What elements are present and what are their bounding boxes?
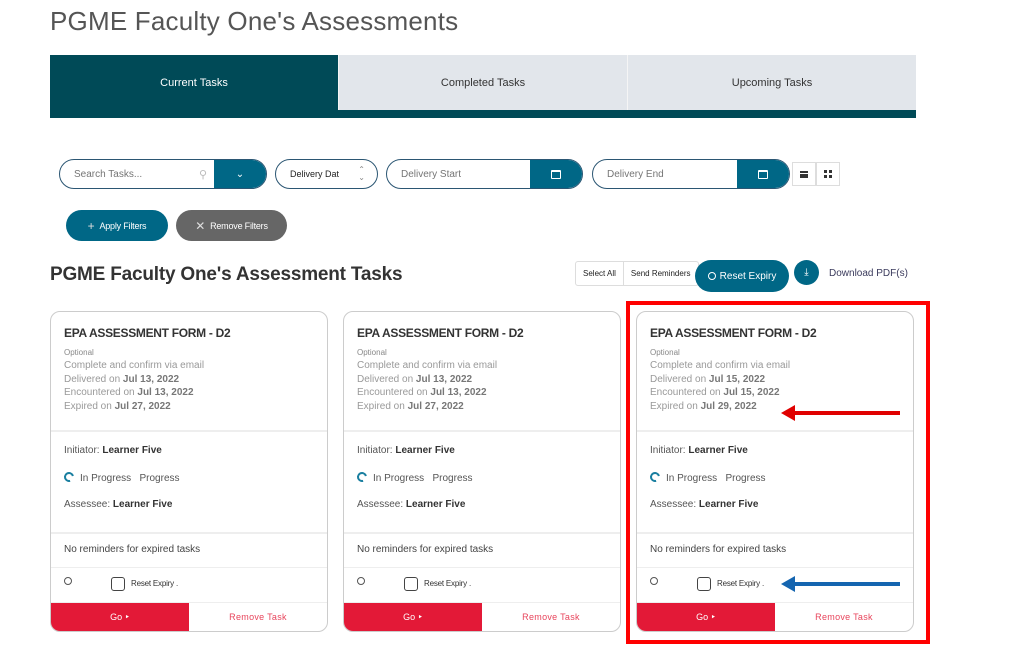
card-assessee: Assessee: Learner Five	[650, 499, 759, 510]
reset-expiry-checkbox-label[interactable]: Reset Expiry .	[131, 579, 178, 588]
reset-expiry-checkbox[interactable]	[404, 577, 418, 591]
card-method: Complete and confirm via email	[650, 360, 791, 371]
card-title: EPA ASSESSMENT FORM - D2	[64, 326, 231, 340]
in-progress-icon	[62, 470, 76, 484]
page-title: PGME Faculty One's Assessments	[50, 6, 459, 36]
card-optional: Optional	[64, 348, 94, 357]
card-status: In Progress Progress	[62, 470, 314, 499]
download-button[interactable]: ⤓	[794, 260, 819, 285]
in-progress-icon	[355, 470, 369, 484]
remove-filters-button[interactable]: ✕ Remove Filters	[176, 210, 287, 241]
card-method: Complete and confirm via email	[357, 360, 498, 371]
card-optional: Optional	[650, 348, 680, 357]
search-dropdown-button[interactable]: ⌄	[214, 160, 266, 188]
card-title: EPA ASSESSMENT FORM - D2	[357, 326, 524, 340]
card-delivered: Delivered on Jul 15, 2022	[650, 373, 766, 385]
reset-expiry-checkbox-label[interactable]: Reset Expiry .	[424, 579, 471, 588]
task-card: EPA ASSESSMENT FORM - D2 Optional Comple…	[50, 311, 328, 632]
annotation-arrow-left-icon	[781, 576, 900, 592]
search-icon: ⚲	[198, 168, 208, 181]
plus-icon: +	[87, 218, 95, 233]
delivery-start-group	[386, 159, 583, 189]
tab-current-tasks[interactable]: Current Tasks	[50, 55, 338, 110]
in-progress-icon	[648, 470, 662, 484]
go-button[interactable]: Go ‣	[51, 603, 189, 631]
tab-completed-tasks[interactable]: Completed Tasks	[338, 55, 627, 110]
reset-expiry-checkbox-label[interactable]: Reset Expiry .	[717, 579, 764, 588]
delivery-end-input[interactable]	[593, 160, 737, 188]
sort-updown-icon: ⌃ ⌄	[358, 165, 365, 182]
close-icon: ✕	[195, 218, 206, 233]
go-button[interactable]: Go ‣	[637, 603, 775, 631]
delivery-start-input[interactable]	[387, 160, 530, 188]
card-expired: Expired on Jul 27, 2022	[357, 400, 464, 412]
card-expired: Expired on Jul 27, 2022	[64, 400, 171, 412]
send-reminders-button[interactable]: Send Reminders	[622, 262, 698, 285]
card-optional: Optional	[357, 348, 387, 357]
delivery-start-calendar-button[interactable]	[530, 160, 582, 188]
reset-expiry-label: Reset Expiry	[719, 270, 777, 282]
reset-expiry-checkbox[interactable]	[111, 577, 125, 591]
card-encountered: Encountered on Jul 15, 2022	[650, 387, 780, 399]
go-button[interactable]: Go ‣	[344, 603, 482, 631]
card-method: Complete and confirm via email	[64, 360, 205, 371]
list-view-button[interactable]	[792, 162, 816, 186]
select-all-button[interactable]: Select All	[576, 262, 623, 285]
grid-icon	[824, 170, 832, 178]
calendar-icon	[758, 169, 768, 179]
apply-filters-label: Apply Filters	[99, 220, 147, 231]
clock-icon	[650, 577, 658, 585]
sort-select[interactable]: Delivery Dat ⌃ ⌄	[275, 159, 378, 189]
card-reminder-note: No reminders for expired tasks	[51, 534, 327, 568]
calendar-icon	[551, 169, 561, 179]
card-delivered: Delivered on Jul 13, 2022	[357, 373, 473, 385]
grid-view-button[interactable]	[816, 162, 840, 186]
download-pdf-link[interactable]: Download PDF(s)	[829, 268, 908, 279]
clock-icon	[357, 577, 365, 585]
download-icon: ⤓	[804, 267, 809, 278]
annotation-arrow-left-icon	[781, 405, 900, 421]
clock-icon	[707, 272, 716, 280]
tab-upcoming-tasks[interactable]: Upcoming Tasks	[627, 55, 916, 110]
search-input[interactable]	[60, 160, 192, 188]
list-icon	[800, 170, 808, 178]
section-title: PGME Faculty One's Assessment Tasks	[50, 264, 403, 285]
task-tabs: Current Tasks Completed Tasks Upcoming T…	[50, 55, 916, 118]
view-toggle	[792, 162, 840, 186]
chevron-down-icon: ⌄	[235, 168, 245, 180]
delivery-end-calendar-button[interactable]	[737, 160, 789, 188]
clock-icon	[64, 577, 72, 585]
remove-filters-label: Remove Filters	[210, 220, 268, 231]
sort-select-value: Delivery Dat	[290, 169, 340, 179]
card-delivered: Delivered on Jul 13, 2022	[64, 373, 180, 385]
card-status: In Progress Progress	[648, 470, 900, 499]
card-title: EPA ASSESSMENT FORM - D2	[650, 326, 817, 340]
bulk-actions-group: Select All Send Reminders	[575, 261, 699, 286]
remove-task-button[interactable]: Remove Task	[482, 603, 620, 631]
remove-task-button[interactable]: Remove Task	[775, 603, 913, 631]
card-encountered: Encountered on Jul 13, 2022	[357, 387, 487, 399]
card-reminder-note: No reminders for expired tasks	[637, 534, 913, 568]
apply-filters-button[interactable]: + Apply Filters	[66, 210, 168, 241]
card-assessee: Assessee: Learner Five	[64, 499, 173, 510]
card-encountered: Encountered on Jul 13, 2022	[64, 387, 194, 399]
search-group: ⚲ ⌄	[59, 159, 267, 189]
reset-expiry-button[interactable]: Reset Expiry	[695, 260, 789, 292]
reset-expiry-checkbox[interactable]	[697, 577, 711, 591]
delivery-end-group	[592, 159, 790, 189]
card-assessee: Assessee: Learner Five	[357, 499, 466, 510]
card-reminder-note: No reminders for expired tasks	[344, 534, 620, 568]
remove-task-button[interactable]: Remove Task	[189, 603, 327, 631]
task-card: EPA ASSESSMENT FORM - D2 Optional Comple…	[343, 311, 621, 632]
card-initiator: Initiator: Learner Five	[357, 445, 455, 456]
card-initiator: Initiator: Learner Five	[64, 445, 162, 456]
card-status: In Progress Progress	[355, 470, 607, 499]
card-initiator: Initiator: Learner Five	[650, 445, 748, 456]
